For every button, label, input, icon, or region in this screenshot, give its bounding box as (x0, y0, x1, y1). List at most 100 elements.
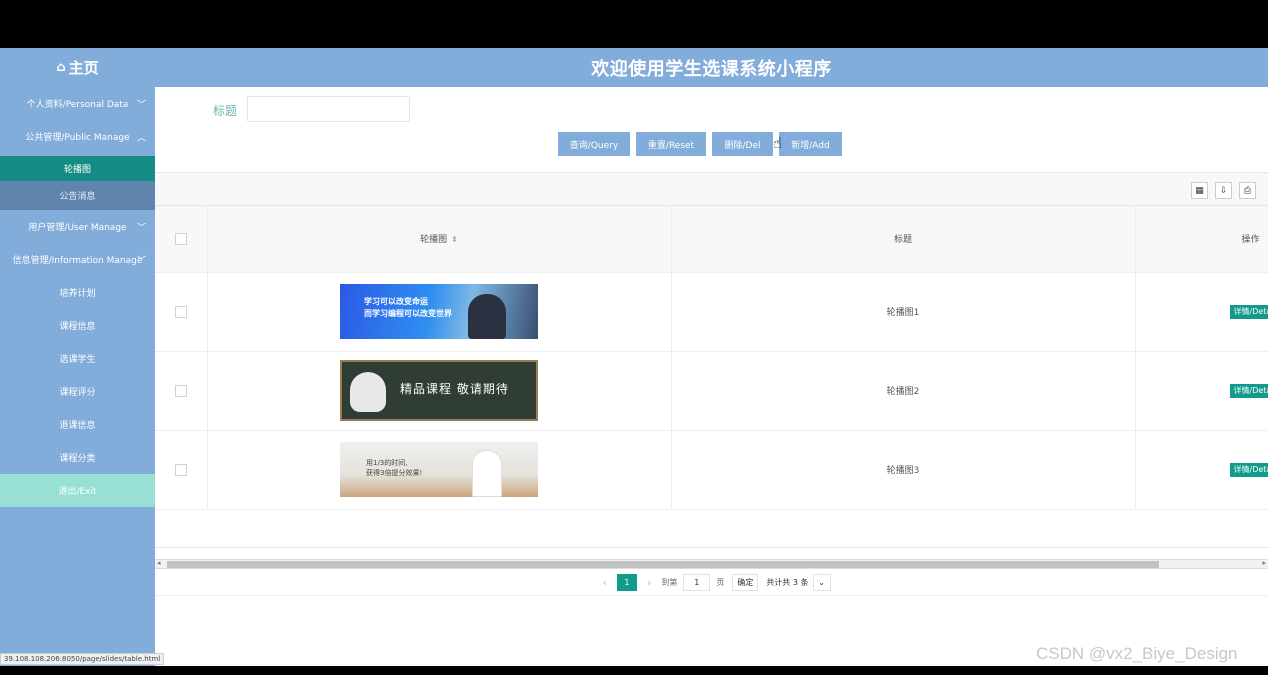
scroll-left-icon[interactable]: ◂ (157, 559, 161, 567)
sidebar-item-drop-info[interactable]: 退课信息 (0, 408, 155, 441)
status-bar-url: 39.108.108.206:8050/page/slides/table.ht… (0, 653, 165, 665)
row-title-cell: 轮播图2 (671, 351, 1136, 431)
row-check-cell (155, 351, 208, 431)
header: ⌂ 主页 欢迎使用学生选课系统小程序 (0, 48, 1268, 87)
student-image (472, 450, 502, 497)
chevron-down-icon: ﹀ (136, 256, 146, 266)
row-action-cell: 详情/Deta (1135, 430, 1268, 510)
page-suffix: 页 (716, 577, 725, 587)
banner-text: 学习可以改变命运 (364, 297, 428, 306)
sidebar-item-course-students[interactable]: 选课学生 (0, 342, 155, 375)
page-size-select[interactable]: ⌄ (812, 573, 831, 591)
total-count: 共计共 3 条 (766, 577, 809, 587)
banner-text: 获得3倍提分效果! (366, 469, 423, 477)
hand-cursor-icon: ☝ (773, 134, 783, 152)
sidebar-item-training-plan[interactable]: 培养计划 (0, 276, 155, 309)
next-page-button[interactable]: › (647, 576, 651, 589)
row-image-cell: 精品课程 敬请期待 (207, 351, 672, 431)
carousel-image[interactable]: 学习可以改变命运 而学习编程可以改变世界 (340, 284, 538, 339)
table-header-row: 轮播图 ⬍ 标题 操作 (155, 206, 1268, 273)
main-content: 标题 查询/Query 重置/Reset 删除/Del 新增/Add ☝ ▦ ⇩… (155, 87, 1268, 666)
carousel-image[interactable]: 用1/3的时间, 获得3倍提分效果! (340, 442, 538, 497)
pagination: ‹ 1 › 到第 1 页 确定 共计共 3 条 ⌄ (155, 569, 1268, 596)
carousel-image[interactable]: 精品课程 敬请期待 (340, 360, 538, 421)
top-black-bar (0, 0, 1268, 48)
sidebar-item-course-info[interactable]: 课程信息 (0, 309, 155, 342)
app-window: ⌂ 主页 欢迎使用学生选课系统小程序 个人资料/Personal Data ﹀ … (0, 48, 1268, 666)
sidebar-item-course-rating[interactable]: 课程评分 (0, 375, 155, 408)
detail-button[interactable]: 详情/Deta (1229, 304, 1268, 319)
row-title-cell: 轮播图1 (671, 272, 1136, 352)
watermark: CSDN @vx2_Biye_Design (1036, 644, 1238, 663)
person-image (468, 294, 506, 339)
print-icon[interactable]: ⎙ (1239, 182, 1256, 199)
column-header-image[interactable]: 轮播图 ⬍ (207, 206, 672, 273)
row-checkbox[interactable] (174, 384, 187, 397)
site-title: 欢迎使用学生选课系统小程序 (591, 58, 832, 80)
goto-page-input[interactable]: 1 (683, 573, 711, 591)
query-button[interactable]: 查询/Query (558, 132, 630, 156)
data-table: 轮播图 ⬍ 标题 操作 学习可以改变命运 而学习编程可以改变世界 轮播图1 详情… (155, 206, 1268, 510)
detail-button[interactable]: 详情/Deta (1229, 383, 1268, 398)
row-image-cell: 学习可以改变命运 而学习编程可以改变世界 (207, 272, 672, 352)
sidebar-item-label: 个人资料/Personal Data (26, 100, 129, 110)
table-row: 学习可以改变命运 而学习编程可以改变世界 轮播图1 详情/Deta (155, 272, 1268, 352)
columns-filter-icon[interactable]: ▦ (1191, 182, 1208, 199)
goto-label: 到第 (661, 577, 678, 587)
table-row: 用1/3的时间, 获得3倍提分效果! 轮播图3 详情/Deta (155, 430, 1268, 510)
prev-page-button[interactable]: ‹ (603, 576, 607, 589)
chevron-down-icon: ﹀ (136, 100, 146, 110)
chevron-up-icon: ︿ (136, 133, 146, 143)
goto-confirm-button[interactable]: 确定 (732, 573, 759, 591)
search-label: 标题 (213, 104, 238, 118)
row-checkbox[interactable] (174, 463, 187, 476)
row-action-cell: 详情/Deta (1135, 351, 1268, 431)
sidebar-item-exit[interactable]: 退出/Exit (0, 474, 155, 507)
horizontal-scrollbar[interactable]: ◂ ▸ (155, 559, 1268, 569)
delete-button[interactable]: 删除/Del (712, 132, 773, 156)
scrollbar-thumb[interactable] (167, 561, 1159, 568)
row-title-cell: 轮播图3 (671, 430, 1136, 510)
row-action-cell: 详情/Deta (1135, 272, 1268, 352)
select-all-cell (155, 206, 208, 273)
bottom-black-bar (0, 666, 1268, 675)
reset-button[interactable]: 重置/Reset (636, 132, 706, 156)
sidebar-item-label: 信息管理/Information Manage (12, 256, 143, 266)
column-header-label: 轮播图 (420, 235, 448, 246)
sidebar-item-label: 用户管理/User Manage (28, 223, 127, 233)
sidebar-subitem-notices[interactable]: 公告消息 (0, 181, 155, 210)
action-buttons: 查询/Query 重置/Reset 删除/Del 新增/Add (558, 132, 848, 156)
sidebar-item-label: 公共管理/Public Manage (25, 133, 130, 143)
home-icon: ⌂ (56, 60, 66, 75)
search-input[interactable] (247, 96, 410, 122)
detail-button[interactable]: 详情/Deta (1229, 462, 1268, 477)
banner-text: 精品课程 敬请期待 (400, 382, 509, 396)
home-link[interactable]: ⌂ 主页 (0, 48, 155, 87)
table-row: 精品课程 敬请期待 轮播图2 详情/Deta (155, 351, 1268, 431)
table-toolbar: ▦ ⇩ ⎙ (155, 173, 1268, 206)
column-header-title: 标题 (671, 206, 1136, 273)
mascot-image (350, 372, 386, 412)
chevron-down-icon: ﹀ (136, 223, 146, 233)
sidebar-subitem-carousel[interactable]: 轮播图 (0, 156, 155, 181)
select-all-checkbox[interactable] (174, 232, 187, 245)
row-check-cell (155, 272, 208, 352)
scroll-right-icon[interactable]: ▸ (1262, 559, 1266, 567)
banner-text: 而学习编程可以改变世界 (364, 309, 452, 318)
page-number-current[interactable]: 1 (616, 573, 637, 591)
sidebar-item-user-manage[interactable]: 用户管理/User Manage ﹀ (0, 210, 155, 243)
sidebar-item-personal-data[interactable]: 个人资料/Personal Data ﹀ (0, 87, 155, 120)
row-image-cell: 用1/3的时间, 获得3倍提分效果! (207, 430, 672, 510)
row-checkbox[interactable] (174, 305, 187, 318)
sidebar-item-public-manage[interactable]: 公共管理/Public Manage ︿ (0, 120, 155, 153)
add-button[interactable]: 新增/Add (779, 132, 842, 156)
column-header-operation: 操作 (1135, 206, 1268, 273)
data-table-container: ▦ ⇩ ⎙ 轮播图 ⬍ 标题 操作 学习可以改变命运 而学习编程可以改变世界 轮… (155, 172, 1268, 548)
row-check-cell (155, 430, 208, 510)
sort-icon[interactable]: ⬍ (451, 235, 458, 244)
sidebar-item-information-manage[interactable]: 信息管理/Information Manage ﹀ (0, 243, 155, 276)
export-icon[interactable]: ⇩ (1215, 182, 1232, 199)
sidebar: 个人资料/Personal Data ﹀ 公共管理/Public Manage … (0, 87, 155, 666)
home-label: 主页 (68, 59, 99, 77)
sidebar-item-course-category[interactable]: 课程分类 (0, 441, 155, 474)
